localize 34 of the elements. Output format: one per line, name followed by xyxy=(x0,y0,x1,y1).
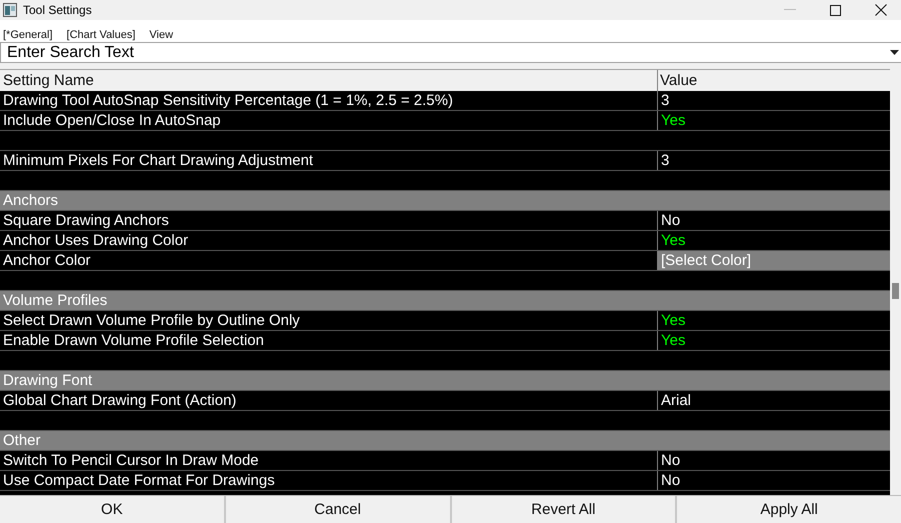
column-header: Setting Name xyxy=(0,70,658,91)
setting-value[interactable]: No xyxy=(661,212,680,229)
setting-value[interactable]: Yes xyxy=(661,332,686,349)
menu-item[interactable]: [*General] xyxy=(3,29,53,41)
setting-value[interactable]: No xyxy=(661,452,680,469)
setting-name: Switch To Pencil Cursor In Draw Mode xyxy=(0,451,658,470)
column-header: Value xyxy=(659,71,698,91)
section-header: Other xyxy=(0,431,890,451)
section-header: Volume Profiles xyxy=(0,291,890,311)
setting-name: Anchor Uses Drawing Color xyxy=(0,231,658,250)
menu-item[interactable]: View xyxy=(149,29,174,41)
section-header: Drawing Font xyxy=(0,371,890,391)
setting-name: Enable Drawn Volume Profile Selection xyxy=(0,331,658,350)
window-title: Tool Settings xyxy=(23,3,92,17)
setting-value[interactable]: Yes xyxy=(661,312,686,329)
setting-value[interactable]: No xyxy=(661,472,680,489)
setting-value[interactable]: Yes xyxy=(661,112,686,129)
setting-name: Use Compact Date Format For Drawings xyxy=(0,471,658,490)
setting-name: Square Drawing Anchors xyxy=(0,211,658,230)
scrollbar-thumb[interactable] xyxy=(892,283,899,299)
setting-name: Include Open/Close In AutoSnap xyxy=(0,111,658,130)
maximize-icon[interactable] xyxy=(830,4,841,16)
setting-name: Global Chart Drawing Font (Action) xyxy=(0,391,658,410)
setting-value[interactable]: Arial xyxy=(661,392,692,409)
app-icon xyxy=(3,3,17,17)
close-icon[interactable] xyxy=(875,4,887,16)
setting-value[interactable]: Yes xyxy=(661,232,686,249)
setting-name: Drawing Tool AutoSnap Sensitivity Percentage (1 = 1%, 2.5 = 2.5%) xyxy=(0,91,658,110)
setting-value[interactable]: 3 xyxy=(661,152,670,169)
setting-value[interactable]: 3 xyxy=(661,92,670,109)
setting-name: Minimum Pixels For Chart Drawing Adjustment xyxy=(0,151,658,170)
section-header: Anchors xyxy=(0,191,890,211)
setting-name: Select Drawn Volume Profile by Outline Only xyxy=(0,311,658,330)
menu-item[interactable]: [Chart Values] xyxy=(66,29,136,41)
